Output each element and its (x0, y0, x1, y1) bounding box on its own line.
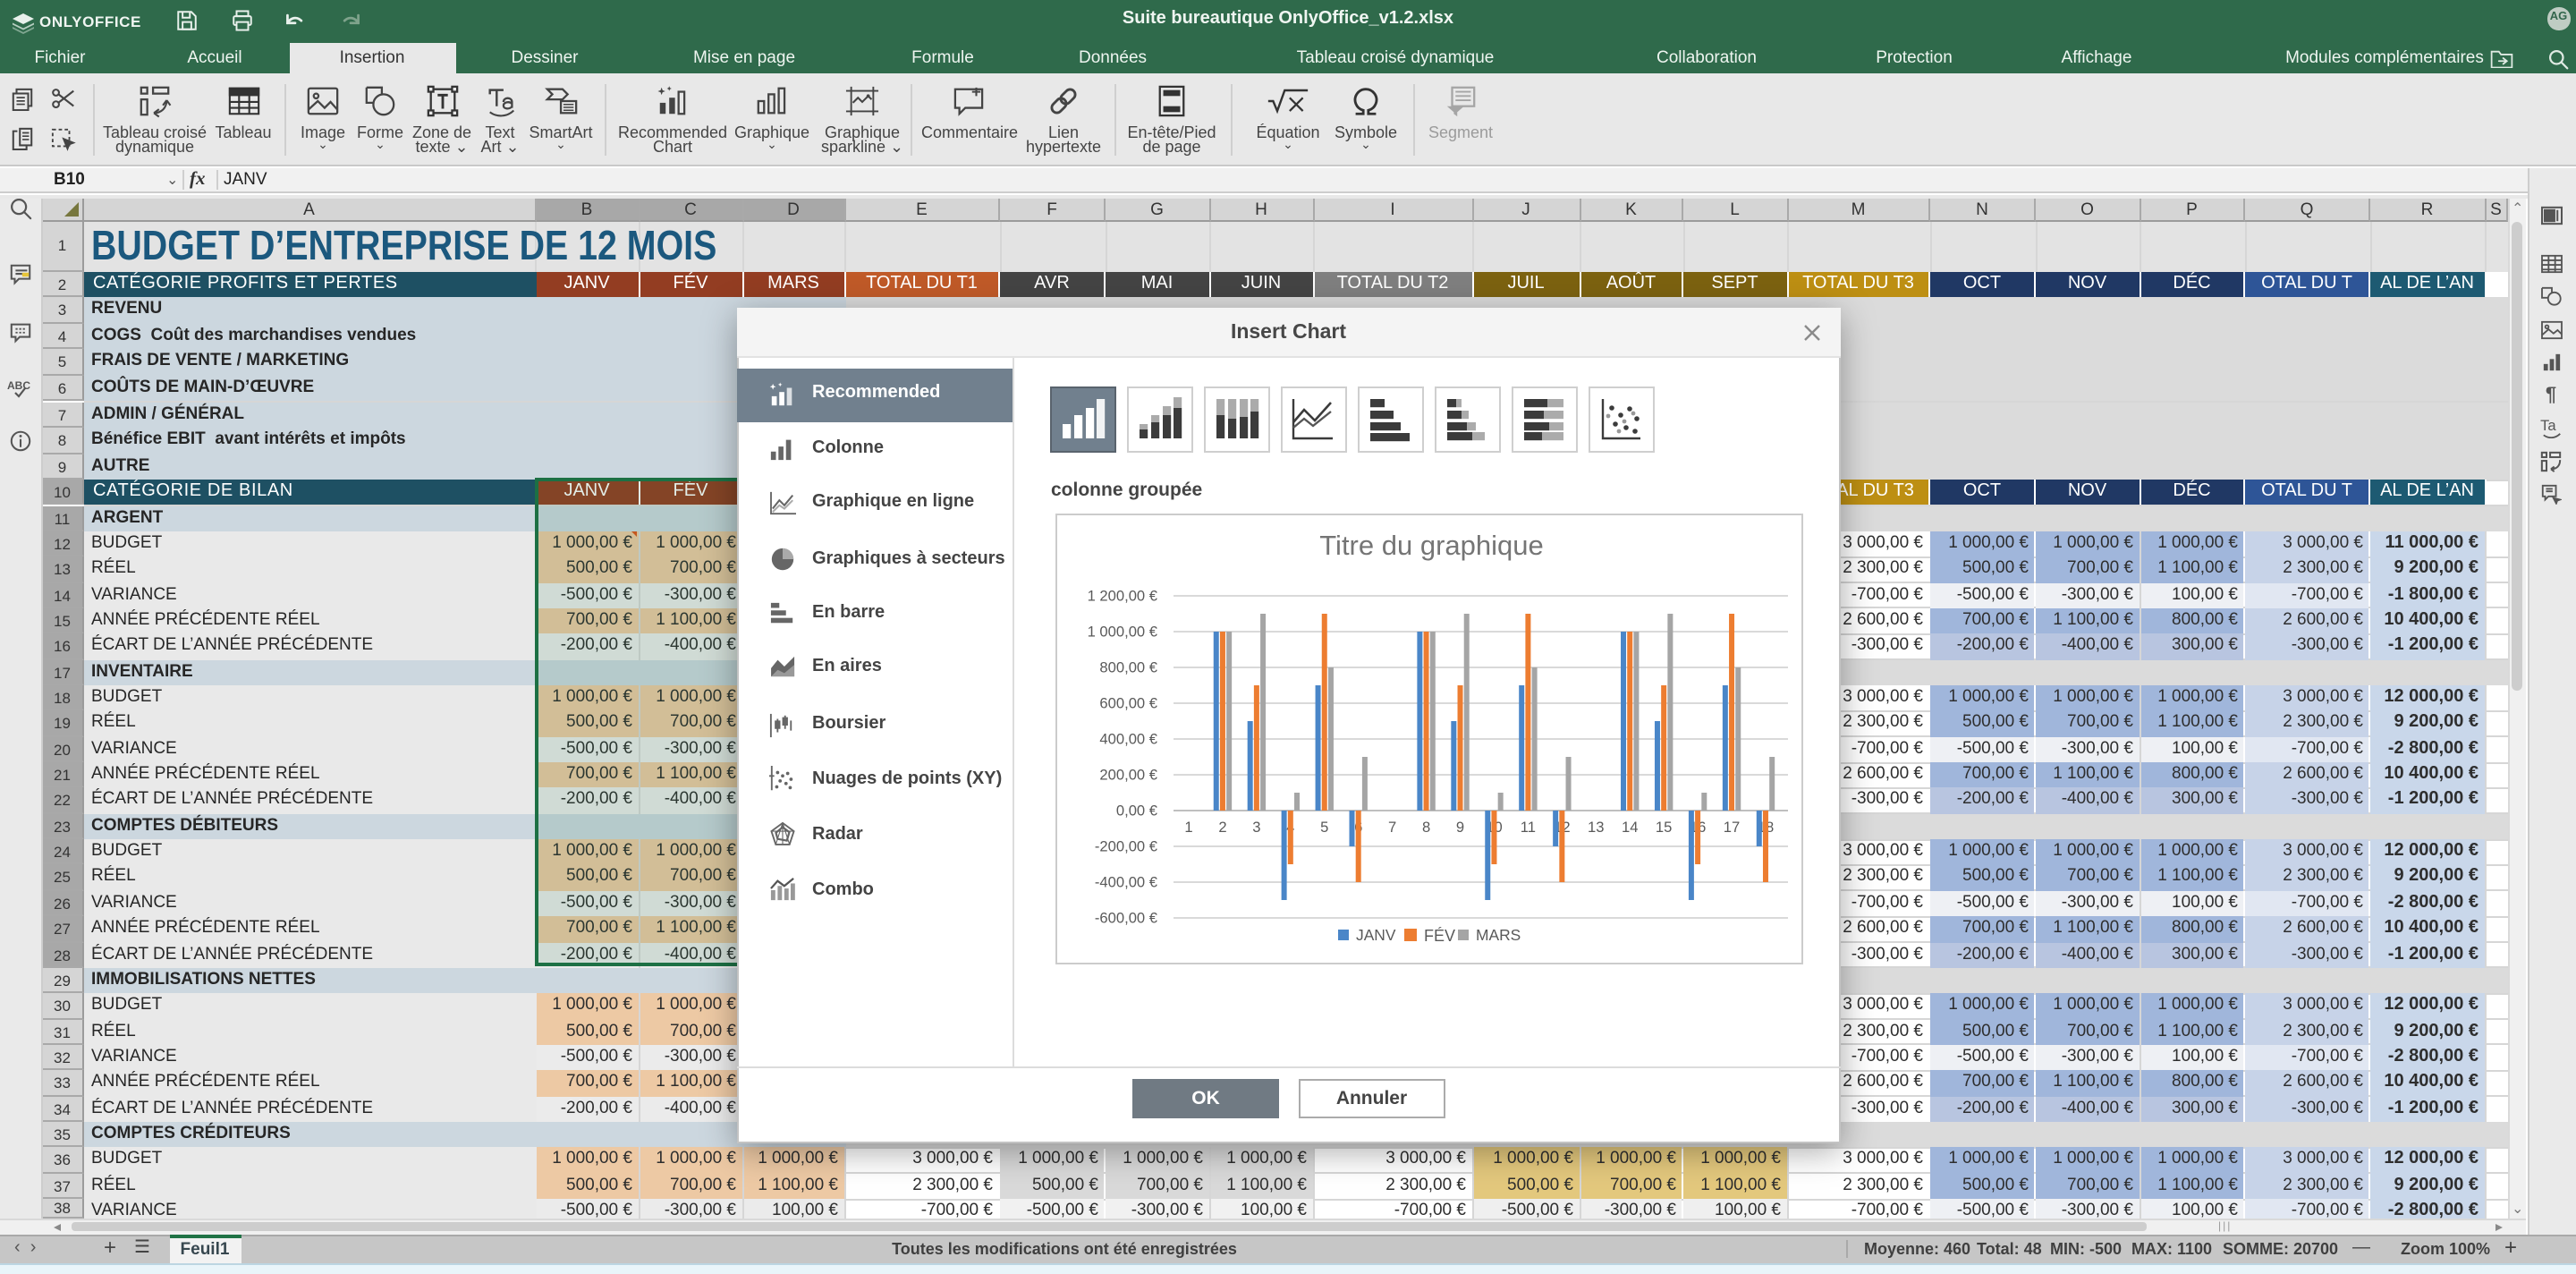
svg-text:5: 5 (1319, 819, 1327, 836)
svg-text:FÉV: FÉV (1423, 927, 1454, 945)
svg-text:200,00 €: 200,00 € (1098, 767, 1157, 784)
svg-text:-400,00 €: -400,00 € (1094, 874, 1157, 891)
svg-text:7: 7 (1387, 819, 1395, 836)
svg-text:1 000,00 €: 1 000,00 € (1087, 624, 1157, 641)
svg-text:14: 14 (1621, 819, 1637, 836)
svg-text:MARS: MARS (1475, 926, 1520, 944)
svg-text:1: 1 (1183, 819, 1191, 836)
svg-text:2: 2 (1217, 819, 1225, 836)
svg-text:Ta: Ta (2539, 417, 2555, 434)
svg-text:JANV: JANV (1355, 926, 1395, 944)
svg-text:Titre du graphique: Titre du graphique (1318, 530, 1542, 561)
svg-text:400,00 €: 400,00 € (1098, 731, 1157, 748)
svg-text:0,00 €: 0,00 € (1115, 803, 1157, 820)
svg-text:8: 8 (1421, 819, 1429, 836)
svg-text:17: 17 (1723, 819, 1739, 836)
svg-text:1 200,00 €: 1 200,00 € (1087, 588, 1157, 605)
svg-text:-200,00 €: -200,00 € (1094, 838, 1157, 855)
svg-text:11: 11 (1520, 819, 1535, 836)
svg-text:15: 15 (1655, 819, 1671, 836)
svg-text:13: 13 (1587, 819, 1603, 836)
svg-text:800,00 €: 800,00 € (1098, 659, 1157, 676)
svg-text:3: 3 (1251, 819, 1259, 836)
svg-text:-600,00 €: -600,00 € (1094, 910, 1157, 927)
svg-text:9: 9 (1455, 819, 1463, 836)
svg-text:600,00 €: 600,00 € (1098, 695, 1157, 712)
svg-text:ABC: ABC (7, 379, 30, 392)
